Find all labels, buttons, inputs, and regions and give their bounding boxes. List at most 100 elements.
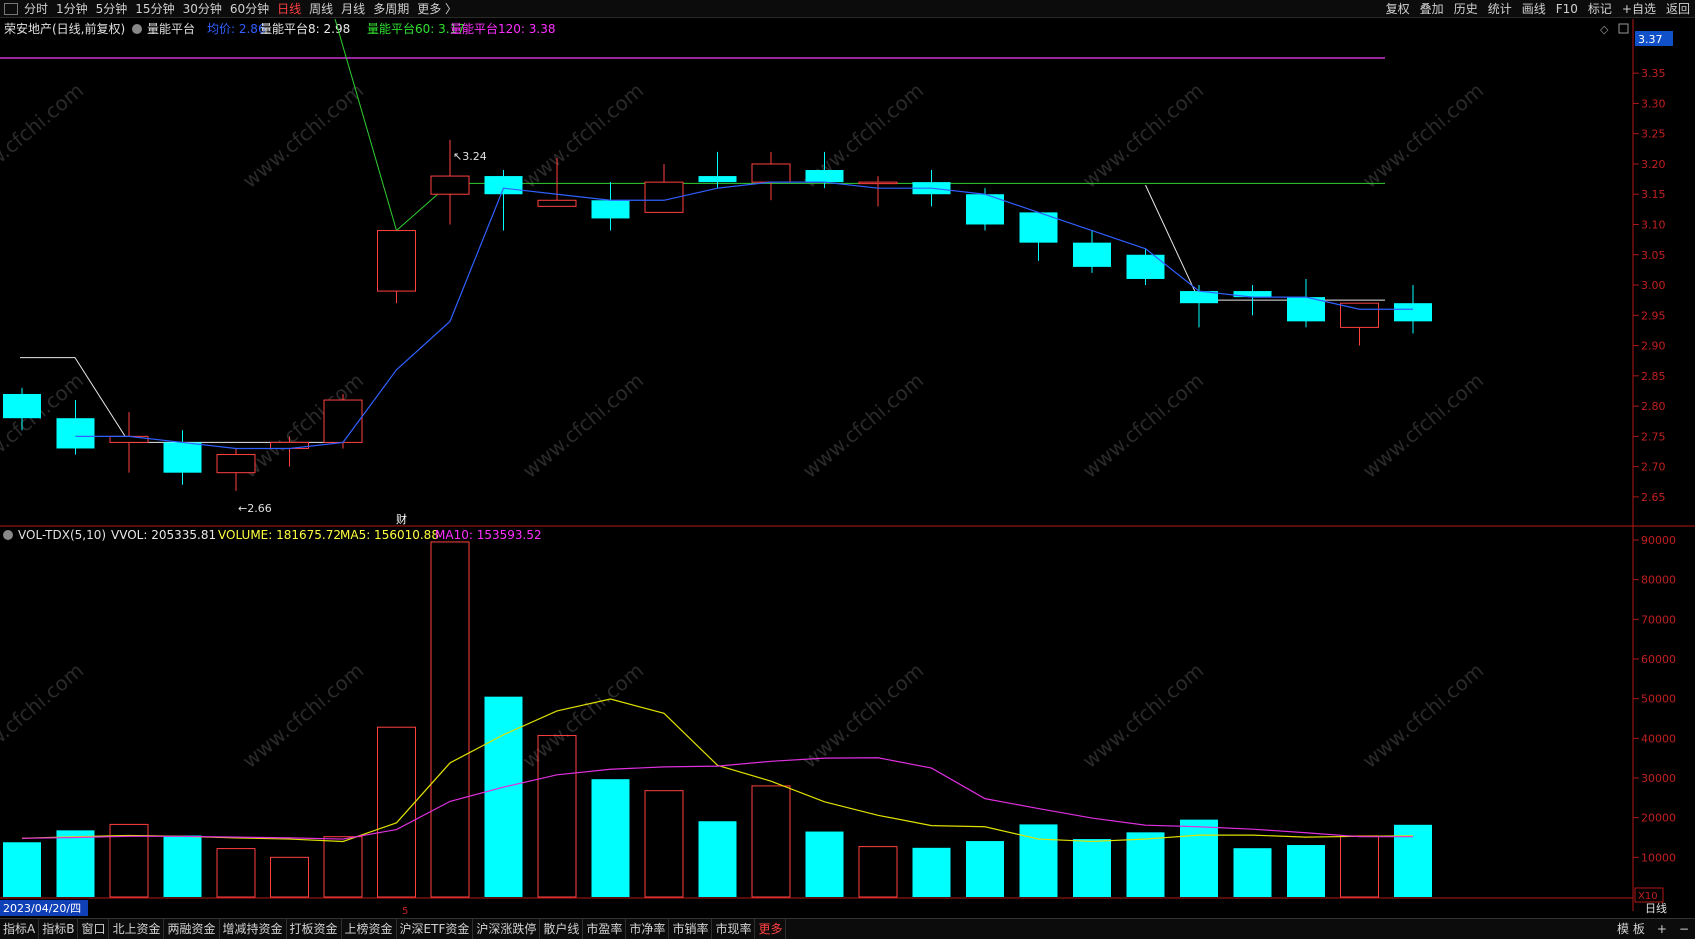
volume-tick-label: 70000 xyxy=(1641,613,1676,626)
draw-button[interactable]: 画线 xyxy=(1517,0,1551,18)
period-tab[interactable]: 月线 xyxy=(337,0,369,18)
tab-etf[interactable]: 沪深ETF资金 xyxy=(397,919,474,939)
period-tab-daily[interactable]: 日线 xyxy=(273,0,305,18)
tab-pb[interactable]: 市净率 xyxy=(626,919,670,939)
avg-price-line xyxy=(75,181,1413,450)
volume-bar xyxy=(1180,819,1218,897)
volume-bar xyxy=(805,831,844,897)
tab-margin[interactable]: 两融资金 xyxy=(164,919,220,939)
period-tab[interactable]: 多周期 xyxy=(369,0,413,18)
indicator-menu-icon[interactable] xyxy=(132,24,142,34)
candle-body xyxy=(216,454,256,474)
volume-label: VOLUME: 181675.72 xyxy=(218,528,341,542)
bottom-right-controls: 模 板 + − xyxy=(1611,919,1695,939)
period-tab[interactable]: 分时 xyxy=(20,0,52,18)
tab-retail[interactable]: 散户线 xyxy=(540,919,584,939)
template-button[interactable]: 模 板 xyxy=(1611,919,1651,939)
tab-indicator-b[interactable]: 指标B xyxy=(39,919,79,939)
volume-bar xyxy=(377,726,416,898)
volume-bar xyxy=(1073,839,1111,897)
volume-tick-label: 60000 xyxy=(1641,653,1676,666)
watermark-text: www.cfchi.com xyxy=(238,658,368,773)
watermark-text: www.cfchi.com xyxy=(1358,78,1488,193)
volume-bar xyxy=(912,847,951,897)
period-tab[interactable]: 15分钟 xyxy=(131,0,178,18)
diamond-icon[interactable]: ◇ xyxy=(1600,23,1609,36)
current-price: 3.37 xyxy=(1638,33,1663,46)
candle-body xyxy=(377,230,416,292)
watermark-text: www.cfchi.com xyxy=(0,658,88,773)
cursor-date: 2023/04/20/四 xyxy=(3,902,81,915)
watermark-text: www.cfchi.com xyxy=(518,78,648,193)
volume-bar xyxy=(1126,832,1165,897)
tab-holdings[interactable]: 增减持资金 xyxy=(220,919,287,939)
watermark-text: www.cfchi.com xyxy=(518,368,648,483)
tab-more[interactable]: 更多 xyxy=(755,919,787,939)
price-tick-label: 3.30 xyxy=(1641,97,1666,110)
zoom-out-button[interactable]: − xyxy=(1673,919,1695,939)
volume-tick-label: 80000 xyxy=(1641,574,1676,587)
volume-bar xyxy=(966,841,1004,897)
tab-breadth[interactable]: 沪深涨跌停 xyxy=(473,919,541,939)
adjust-button[interactable]: 复权 xyxy=(1381,0,1415,18)
price-tick-label: 3.10 xyxy=(1641,218,1666,231)
volume-bar xyxy=(591,779,630,897)
window-icon[interactable] xyxy=(1618,23,1629,34)
volume-tick-label: 20000 xyxy=(1641,812,1676,825)
platform60-jump xyxy=(334,19,397,231)
candle-body xyxy=(3,393,41,419)
financial-event-marker[interactable]: 财 xyxy=(396,512,407,526)
tab-pcf[interactable]: 市现率 xyxy=(712,919,756,939)
volume-tick-label: 40000 xyxy=(1641,732,1676,745)
more-periods-button[interactable]: 更多 〉 xyxy=(413,0,461,18)
volume-bar xyxy=(270,856,309,898)
period-tab[interactable]: 60分钟 xyxy=(226,0,273,18)
back-button[interactable]: 返回 xyxy=(1661,0,1695,18)
zoom-in-button[interactable]: + xyxy=(1651,919,1673,939)
tab-limit-up[interactable]: 打板资金 xyxy=(287,919,342,939)
watermark-text: www.cfchi.com xyxy=(1078,658,1208,773)
price-tick-label: 3.35 xyxy=(1641,67,1666,80)
kline-chart[interactable]: www.cfchi.com www.cfchi.com www.cfchi.com w… xyxy=(0,19,1695,918)
candle-body xyxy=(805,170,844,183)
candle-body xyxy=(1394,303,1432,322)
volume-bar xyxy=(216,848,256,898)
tab-ps[interactable]: 市销率 xyxy=(669,919,713,939)
volume-bar xyxy=(1233,848,1272,897)
period-tab[interactable]: 周线 xyxy=(305,0,337,18)
volume-tick-label: 30000 xyxy=(1641,772,1676,785)
price-tick-label: 3.05 xyxy=(1641,249,1666,262)
f10-button[interactable]: F10 xyxy=(1551,0,1583,18)
tab-pe[interactable]: 市盈率 xyxy=(583,919,627,939)
period-indicator: 日线 xyxy=(1645,901,1667,915)
vol-indicator-name: VOL-TDX(5,10) xyxy=(18,528,106,542)
vol-menu-icon[interactable] xyxy=(3,530,13,540)
tab-window[interactable]: 窗口 xyxy=(78,919,110,939)
tab-billboard[interactable]: 上榜资金 xyxy=(342,919,397,939)
volume-bar xyxy=(1287,845,1325,897)
price-tick-label: 2.85 xyxy=(1641,370,1666,383)
period-tab[interactable]: 5分钟 xyxy=(92,0,132,18)
bottom-tabs: 指标A 指标B 窗口 北上资金 两融资金 增减持资金 打板资金 上榜资金 沪深E… xyxy=(0,918,1695,939)
tab-indicator-a[interactable]: 指标A xyxy=(0,919,40,939)
candle-body xyxy=(751,163,791,183)
price-tick-label: 3.20 xyxy=(1641,158,1666,171)
price-axis: 3.35 3.30 3.25 3.20 3.15 3.10 3.05 3.00 2.95 2.90… xyxy=(1633,67,1666,504)
mark-button[interactable]: 标记 xyxy=(1583,0,1617,18)
watermark-text: www.cfchi.com xyxy=(0,78,88,193)
history-button[interactable]: 历史 xyxy=(1449,0,1483,18)
period-tab[interactable]: 1分钟 xyxy=(52,0,92,18)
period-tab[interactable]: 30分钟 xyxy=(179,0,226,18)
volume-bars xyxy=(3,541,1432,898)
stock-title: 荣安地产(日线,前复权) xyxy=(4,21,125,36)
stats-button[interactable]: 统计 xyxy=(1483,0,1517,18)
window-menu-icon[interactable] xyxy=(4,3,18,15)
indicator-name: 量能平台 xyxy=(147,21,195,36)
add-favorite-button[interactable]: +自选 xyxy=(1617,0,1661,18)
price-tick-label: 3.15 xyxy=(1641,188,1666,201)
tab-northbound[interactable]: 北上资金 xyxy=(109,919,165,939)
top-toolbar: 分时 1分钟 5分钟 15分钟 30分钟 60分钟 日线 周线 月线 多周期 更… xyxy=(0,0,1695,18)
volume-bar xyxy=(1340,835,1379,898)
volume-bar xyxy=(1019,824,1058,897)
overlay-button[interactable]: 叠加 xyxy=(1415,0,1449,18)
